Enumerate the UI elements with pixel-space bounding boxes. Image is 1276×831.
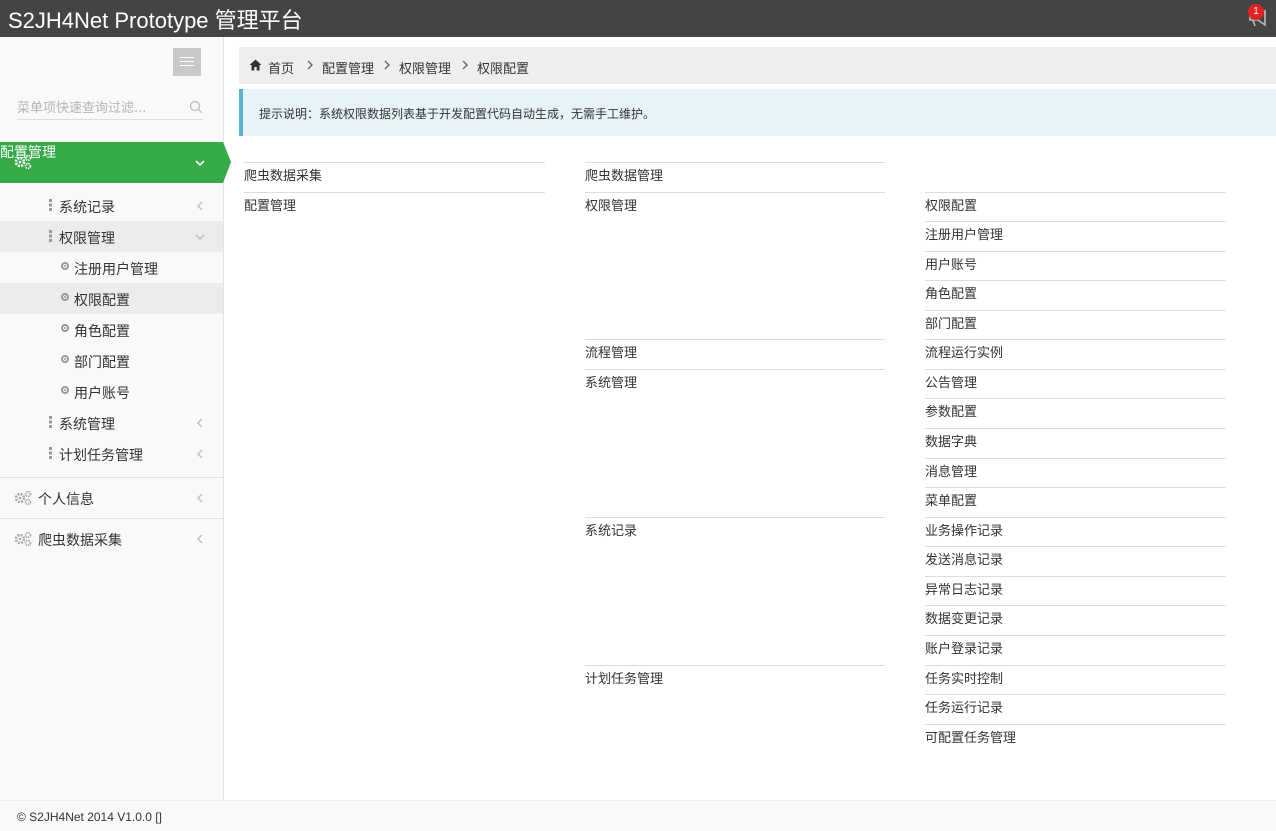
submenu-scheduled-tasks[interactable]: 计划任务管理 [0, 438, 223, 469]
tree-item[interactable]: 数据变更记录 [925, 605, 1226, 634]
info-note: 提示说明：系统权限数据列表基于开发配置代码自动生成，无需手工维护。 [239, 89, 1276, 136]
menu-crawler-data[interactable]: 爬虫数据采集 [0, 519, 223, 559]
tree-item[interactable]: 角色配置 [925, 280, 1226, 309]
submenu-label: 系统记录 [59, 200, 115, 216]
menu-label: 爬虫数据采集 [38, 533, 122, 549]
chevron-left-icon [197, 449, 203, 459]
tree-item[interactable]: 账户登录记录 [925, 635, 1226, 664]
submenu-label: 部门配置 [74, 355, 130, 371]
chevron-right-icon [462, 60, 468, 70]
app-title[interactable]: S2JH4Net Prototype 管理平台 [8, 3, 303, 35]
submenu-label: 用户账号 [74, 386, 130, 402]
submenu-system-records[interactable]: 系统记录 [0, 190, 223, 221]
breadcrumb-home[interactable]: 首页 [268, 58, 294, 77]
grip-icon [49, 416, 52, 428]
cogs-icon [14, 154, 32, 170]
submenu-user-accounts[interactable]: 用户账号 [0, 376, 223, 407]
top-header: S2JH4Net Prototype 管理平台 1 [0, 0, 1276, 37]
chevron-left-icon [197, 418, 203, 428]
tree-item[interactable]: 权限管理 [585, 192, 885, 221]
tree-item[interactable]: 配置管理 [244, 192, 545, 221]
tree-item[interactable]: 任务运行记录 [925, 694, 1226, 723]
note-text: 提示说明：系统权限数据列表基于开发配置代码自动生成，无需手工维护。 [259, 107, 656, 121]
submenu-system-management[interactable]: 系统管理 [0, 407, 223, 438]
submenu-role-config[interactable]: 角色配置 [0, 314, 223, 345]
footer: © S2JH4Net 2014 V1.0.0 [] [0, 800, 1276, 831]
tree-item[interactable]: 数据字典 [925, 428, 1226, 457]
chevron-down-icon [195, 234, 205, 240]
chevron-right-icon [384, 60, 390, 70]
tree-item[interactable]: 爬虫数据管理 [585, 162, 885, 191]
menu-label: 个人信息 [38, 492, 94, 508]
breadcrumb-config[interactable]: 配置管理 [322, 58, 374, 77]
tree-item[interactable]: 部门配置 [925, 310, 1226, 339]
menu-config-management[interactable]: 配置管理 [0, 142, 231, 183]
menu-search-input[interactable] [17, 98, 183, 118]
circle-icon [61, 324, 69, 332]
tree-item[interactable]: 系统管理 [585, 369, 885, 398]
cogs-icon [14, 531, 32, 547]
submenu-label: 注册用户管理 [74, 262, 158, 278]
grip-icon [49, 199, 52, 211]
submenu-department-config[interactable]: 部门配置 [0, 345, 223, 376]
circle-icon [61, 355, 69, 363]
submenu-label: 权限配置 [74, 293, 130, 309]
chevron-down-icon [195, 160, 205, 167]
grip-icon [49, 230, 52, 242]
tree-item[interactable]: 发送消息记录 [925, 546, 1226, 575]
submenu-registered-users[interactable]: 注册用户管理 [0, 252, 223, 283]
chevron-left-icon [197, 201, 203, 211]
tree-item[interactable]: 参数配置 [925, 398, 1226, 427]
menu-personal-info[interactable]: 个人信息 [0, 478, 223, 518]
breadcrumb-permission[interactable]: 权限管理 [399, 58, 451, 77]
chevron-left-icon [197, 534, 203, 544]
circle-icon [61, 293, 69, 301]
tree-item[interactable]: 任务实时控制 [925, 665, 1226, 694]
tree-item[interactable]: 公告管理 [925, 369, 1226, 398]
tree-item[interactable]: 可配置任务管理 [925, 724, 1226, 753]
notification-badge[interactable]: 1 [1248, 4, 1264, 20]
tree-item[interactable]: 爬虫数据采集 [244, 162, 545, 191]
submenu-label: 角色配置 [74, 324, 130, 340]
tree-item[interactable]: 业务操作记录 [925, 517, 1226, 546]
breadcrumb: 首页 配置管理 权限管理 权限配置 [239, 47, 1276, 84]
grip-icon [49, 447, 52, 459]
menu-search [17, 98, 203, 120]
circle-icon [61, 262, 69, 270]
chevron-left-icon [197, 493, 203, 503]
tree-item[interactable]: 用户账号 [925, 251, 1226, 280]
tree-item[interactable]: 计划任务管理 [585, 665, 885, 694]
submenu-permission-management[interactable]: 权限管理 [0, 221, 223, 252]
tree-item[interactable]: 流程管理 [585, 339, 885, 368]
submenu-label: 计划任务管理 [59, 448, 143, 464]
home-icon[interactable] [249, 59, 262, 71]
submenu-permission-config[interactable]: 权限配置 [0, 283, 223, 314]
submenu-label: 系统管理 [59, 417, 115, 433]
cogs-icon [14, 490, 32, 506]
tree-item[interactable]: 权限配置 [925, 192, 1226, 221]
tree-item[interactable]: 注册用户管理 [925, 221, 1226, 250]
tree-item[interactable]: 流程运行实例 [925, 339, 1226, 368]
tree-item[interactable]: 系统记录 [585, 517, 885, 546]
submenu-label: 权限管理 [59, 231, 115, 247]
sidebar: 配置管理 系统记录 权限管理 注册用户管理 权限配置 角色配置 部门配置 用户账… [0, 37, 231, 800]
tree-item[interactable]: 异常日志记录 [925, 576, 1226, 605]
circle-icon [61, 386, 69, 394]
breadcrumb-current: 权限配置 [477, 62, 530, 77]
footer-text: © S2JH4Net 2014 V1.0.0 [] [17, 810, 162, 824]
tree-item[interactable]: 消息管理 [925, 458, 1226, 487]
tree-item[interactable]: 菜单配置 [925, 487, 1226, 516]
search-icon[interactable] [189, 100, 203, 114]
sidebar-toggle-button[interactable] [173, 48, 201, 76]
chevron-right-icon [307, 60, 313, 70]
